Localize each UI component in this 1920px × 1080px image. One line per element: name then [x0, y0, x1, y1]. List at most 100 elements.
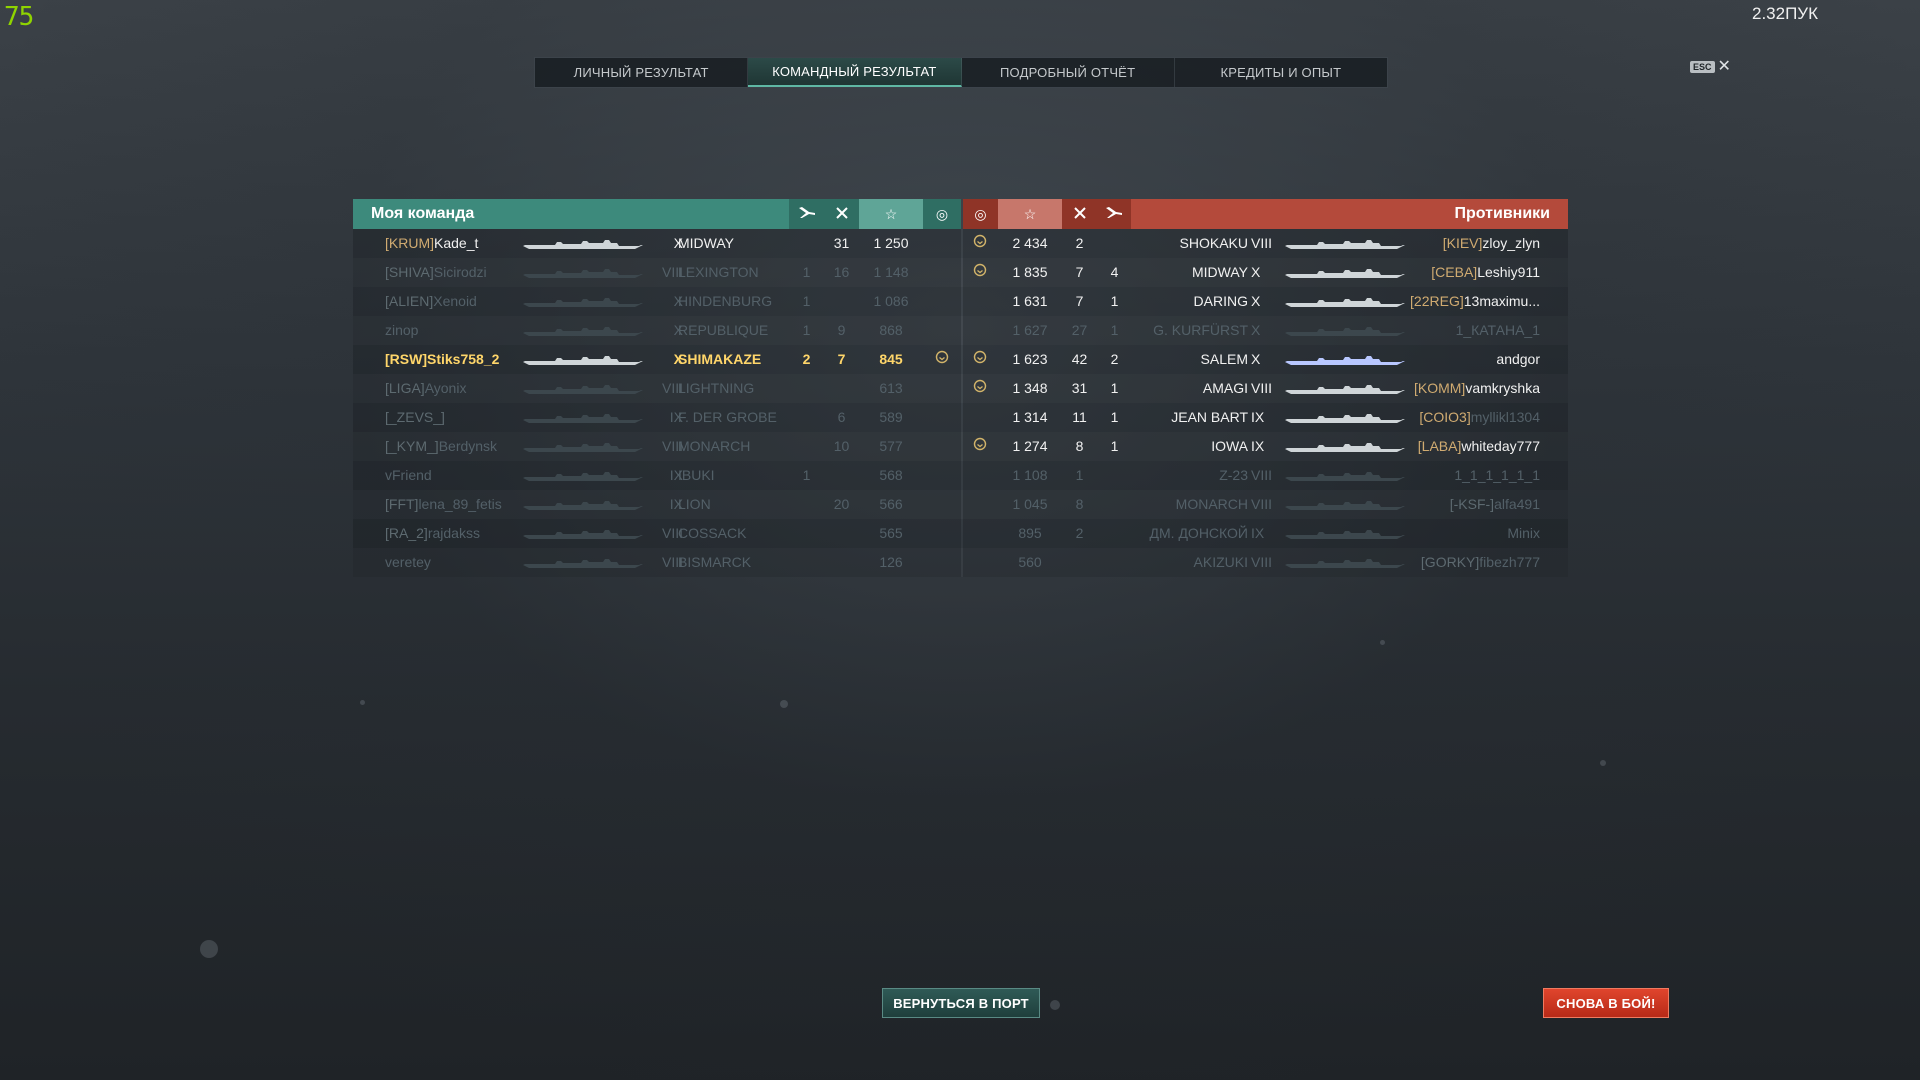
base-experience: 1 108: [1012, 467, 1048, 483]
battle-again-button[interactable]: СНОВА В БОЙ!: [1543, 988, 1669, 1018]
planes-destroyed: 1: [802, 264, 811, 280]
ships-destroyed: 27: [1071, 322, 1088, 338]
column-kills-right[interactable]: [1062, 199, 1097, 229]
esc-key-badge: ESC: [1690, 61, 1715, 73]
player-nickname: fibezh777: [1479, 554, 1540, 570]
my-team-player-row[interactable]: [_KYM_]Berdynsk VIII MONARCH 10 577: [353, 432, 961, 461]
ship-tier: VIII: [1251, 380, 1273, 396]
planes-destroyed: 4: [1110, 264, 1119, 280]
my-team-player-row[interactable]: [RA_2]rajdakss VIII COSSACK 565: [353, 519, 961, 548]
ships-destroyed: 2: [1075, 525, 1084, 541]
player-nickname: zloy_zlyn: [1482, 235, 1540, 251]
player-name: 1_1_1_1_1_1: [1454, 467, 1540, 483]
player-nickname: veretey: [385, 554, 431, 570]
enemy-player-row[interactable]: 1 274 8 1 IOWA IX [LABA]whiteday777: [963, 432, 1568, 461]
column-planes-right[interactable]: [1097, 199, 1131, 229]
player-nickname: 1_1_1_1_1_1: [1454, 467, 1540, 483]
my-team-player-row[interactable]: [RSW]Stiks758_2 X SHIMAKAZE 2 7 845: [353, 345, 961, 374]
base-experience: 1 348: [1012, 380, 1048, 396]
ship-silhouette-icon: [523, 383, 643, 394]
my-team-player-row[interactable]: vFriend IX IBUKI 1 568: [353, 461, 961, 490]
planes-destroyed: 1: [1110, 380, 1119, 396]
enemy-player-row[interactable]: 1 627 27 1 G. KURFÜRST X 1_КАТАНА_1: [963, 316, 1568, 345]
base-experience: 613: [879, 380, 903, 396]
enemy-player-row[interactable]: 1 045 8 MONARCH VIII [-KSF-]alfa491: [963, 490, 1568, 519]
planes-destroyed: 1: [1110, 322, 1119, 338]
plane-icon: [1105, 206, 1123, 223]
my-team-player-row[interactable]: [_ZEVS_] IX F. DER GROBE 6 589: [353, 403, 961, 432]
player-nickname: vFriend: [385, 467, 432, 483]
player-nickname: 1_КАТАНА_1: [1455, 322, 1540, 338]
base-experience: 1 627: [1012, 322, 1048, 338]
ship-tier: IX: [1251, 409, 1265, 425]
ship-silhouette-icon: [523, 296, 643, 307]
tab-0[interactable]: ЛИЧНЫЙ РЕЗУЛЬТАТ: [535, 58, 749, 87]
ship-name: IBUKI: [678, 467, 715, 483]
clock: 2.32ПУК: [1752, 4, 1819, 23]
tab-2[interactable]: ПОДРОБНЫЙ ОТЧЁТ: [962, 58, 1175, 87]
my-team-player-row[interactable]: veretey VIII BISMARCK 126: [353, 548, 961, 577]
ships-destroyed: 8: [1075, 496, 1084, 512]
player-clan: [_ZEVS_]: [385, 409, 445, 425]
player-clan: [FFT]: [385, 496, 419, 512]
tab-3[interactable]: КРЕДИТЫ И ОПЫТ: [1175, 58, 1387, 87]
column-exp-left[interactable]: ☆: [859, 199, 923, 229]
medal-icon: [973, 379, 989, 395]
column-kills-left[interactable]: [824, 199, 859, 229]
ships-destroyed: 20: [833, 496, 850, 512]
enemy-player-row[interactable]: 1 314 11 1 JEAN BART IX [COIO3]myllikl1304: [963, 403, 1568, 432]
player-clan: [LABA]: [1417, 438, 1462, 454]
my-team-player-row[interactable]: [FFT]lena_89_fetis IX LION 20 566: [353, 490, 961, 519]
tab-1[interactable]: КОМАНДНЫЙ РЕЗУЛЬТАТ: [748, 58, 962, 87]
ships-destroyed: 8: [1075, 438, 1084, 454]
ship-name: ДМ. ДОНСКОЙ: [1149, 525, 1248, 541]
enemy-player-row[interactable]: 2 434 2 SHOKAKU VIII [KIEV]zloy_zlyn: [963, 229, 1568, 258]
ship-silhouette-icon: [523, 470, 643, 481]
ship-tier: VIII: [1251, 496, 1273, 512]
ships-destroyed: 16: [833, 264, 850, 280]
result-tabs: ЛИЧНЫЙ РЕЗУЛЬТАТ КОМАНДНЫЙ РЕЗУЛЬТАТ ПОДРО…: [534, 57, 1388, 88]
close-button[interactable]: ESC ✕: [1690, 58, 1731, 75]
enemy-player-row[interactable]: 1 623 42 2 SALEM Xandgor: [963, 345, 1568, 374]
enemy-player-row[interactable]: 1 108 1 Z-23 VIII 1_1_1_1_1_1: [963, 461, 1568, 490]
player-clan: [GORKY]: [1420, 554, 1480, 570]
ship-name: COSSACK: [678, 525, 747, 541]
ship-silhouette-icon: [1285, 383, 1405, 394]
column-exp-right[interactable]: ☆: [998, 199, 1062, 229]
column-medal-left[interactable]: ◎: [923, 199, 961, 229]
my-team-player-row[interactable]: zinop X REPUBLIQUE 1 9 868: [353, 316, 961, 345]
medal-icon: ◎: [935, 205, 949, 222]
ship-name: REPUBLIQUE: [678, 322, 769, 338]
ship-silhouette-icon: [1285, 267, 1405, 278]
column-medal-right[interactable]: ◎: [963, 199, 998, 229]
ship-name: Z-23: [1219, 467, 1248, 483]
ships-destroyed: 31: [833, 235, 850, 251]
ship-name: LIGHTNING: [678, 380, 755, 396]
player-nickname: whiteday777: [1461, 438, 1540, 454]
player-name: [-KSF-]alfa491: [1450, 496, 1540, 512]
enemy-player-row[interactable]: 560 AKIZUKI VIII [GORKY]fibezh777: [963, 548, 1568, 577]
my-team-player-row[interactable]: [ALIEN]Xenoid X HINDENBURG 1 1 086: [353, 287, 961, 316]
player-nickname: Stiks758_2: [427, 351, 500, 367]
table-row: [_KYM_]Berdynsk VIII MONARCH 10 577 1 274 8 1 IO…: [353, 432, 1568, 461]
medal-icon: [935, 350, 951, 366]
ships-destroyed: 42: [1071, 351, 1088, 367]
close-icon: ✕: [1717, 58, 1731, 75]
ship-silhouette-icon: [1285, 499, 1405, 510]
player-nickname: Kade_t: [434, 235, 479, 251]
return-to-port-button[interactable]: ВЕРНУТЬСЯ В ПОРТ: [882, 988, 1040, 1018]
enemy-player-row[interactable]: 1 348 31 1 AMAGI VIII [KOMM]vamkryshka: [963, 374, 1568, 403]
my-team-player-row[interactable]: [KRUM]Kade_t X MIDWAY 31 1 250: [353, 229, 961, 258]
base-experience: 1 045: [1012, 496, 1048, 512]
column-planes-left[interactable]: [789, 199, 824, 229]
water-speck: [360, 700, 365, 705]
my-team-player-row[interactable]: [LIGA]Ayonix VIII LIGHTNING 613: [353, 374, 961, 403]
ships-destroyed: 6: [837, 409, 846, 425]
enemy-player-row[interactable]: 895 2 ДМ. ДОНСКОЙ IX Minix: [963, 519, 1568, 548]
my-team-player-row[interactable]: [SHIVA]Sicirodzi VIII LEXINGTON 1 16 1 148: [353, 258, 961, 287]
enemy-player-row[interactable]: 1 631 7 1 DARING X [22REG]13maximu...: [963, 287, 1568, 316]
medal-icon: [973, 263, 989, 279]
enemy-player-row[interactable]: 1 835 7 4 MIDWAY X [CEBA]Leshiy911: [963, 258, 1568, 287]
player-nickname: 13maximu...: [1463, 293, 1540, 309]
player-nickname: Berdynsk: [438, 438, 498, 454]
